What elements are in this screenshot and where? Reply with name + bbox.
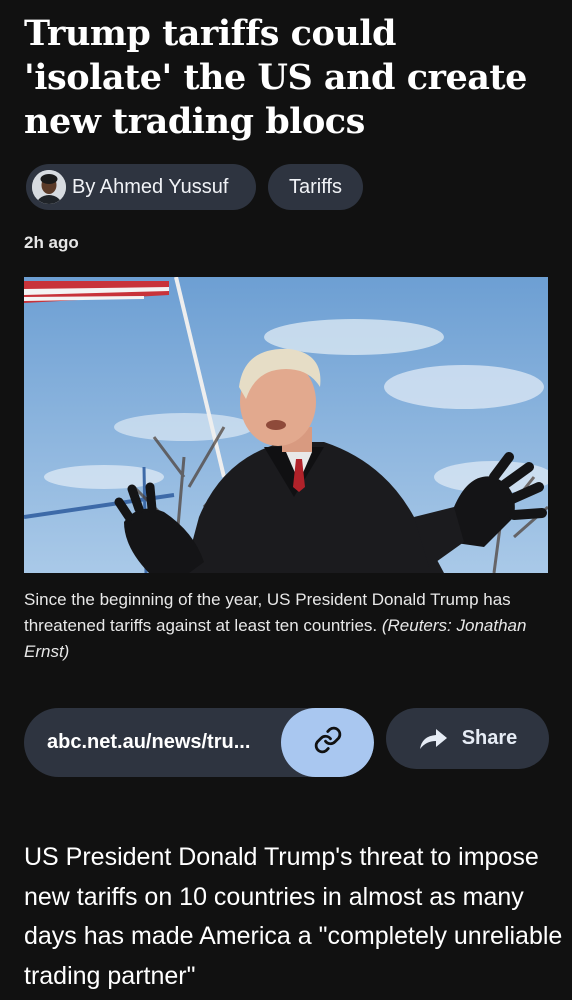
- share-label: Share: [461, 727, 518, 749]
- author-avatar: [32, 170, 66, 204]
- copy-link-button[interactable]: [281, 708, 374, 777]
- article-photo: [24, 277, 548, 573]
- author-name: By Ahmed Yussuf: [72, 175, 229, 198]
- share-button[interactable]: Share: [386, 708, 549, 769]
- topic-tag-label: Tariffs: [289, 175, 342, 198]
- article-headline: Trump tariffs could 'isolate' the US and…: [24, 13, 527, 142]
- copy-link-bar[interactable]: abc.net.au/news/tru...: [24, 708, 374, 777]
- article-page: Trump tariffs could 'isolate' the US and…: [0, 0, 572, 1000]
- article-url[interactable]: abc.net.au/news/tru...: [47, 708, 250, 777]
- author-chip[interactable]: By Ahmed Yussuf: [26, 164, 256, 210]
- link-icon: [313, 725, 343, 760]
- topic-tag-tariffs[interactable]: Tariffs: [268, 164, 363, 210]
- photo-caption: Since the beginning of the year, US Pres…: [24, 587, 552, 665]
- article-lead-paragraph: US President Donald Trump's threat to im…: [24, 843, 563, 990]
- share-arrow-icon: [418, 727, 448, 751]
- publish-time: 2h ago: [24, 233, 79, 252]
